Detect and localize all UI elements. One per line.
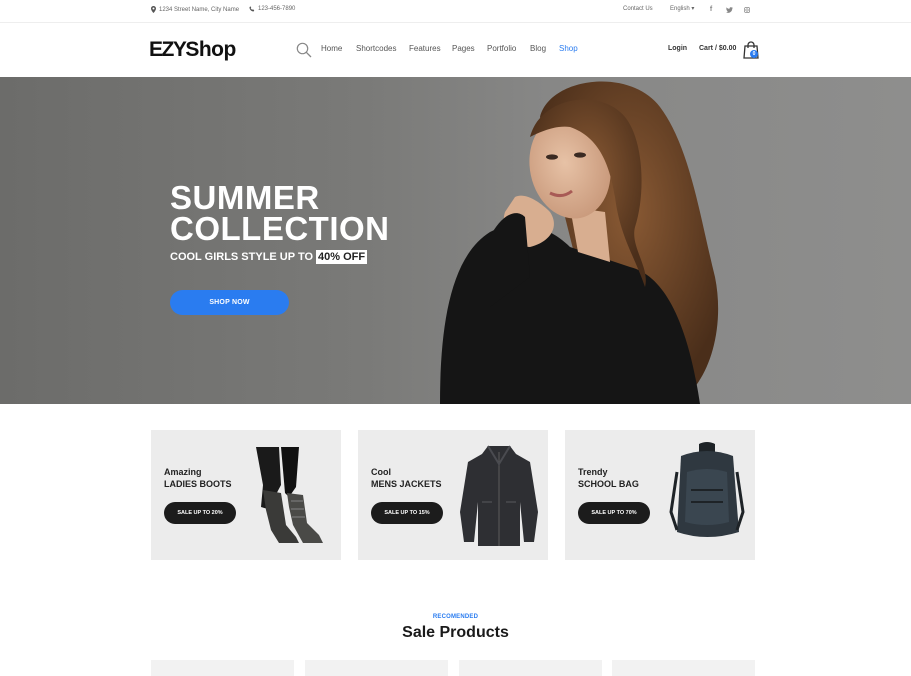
hero-banner: SUMMER COLLECTION COOL GIRLS STYLE UP TO…: [0, 77, 911, 404]
model-image: [440, 81, 719, 404]
sale-button[interactable]: SALE UP TO 20%: [164, 502, 236, 524]
shop-now-button[interactable]: SHOP NOW: [170, 290, 289, 315]
product-card[interactable]: [612, 660, 755, 676]
phone-icon: [249, 6, 255, 12]
boots-icon: [256, 447, 323, 543]
address-info: 1234 Street Name, City Name: [151, 6, 239, 13]
map-pin-icon: [151, 6, 156, 13]
search-icon[interactable]: [296, 42, 312, 58]
sale-button[interactable]: SALE UP TO 15%: [371, 502, 443, 524]
discount-badge: 40% OFF: [316, 250, 368, 264]
address-text: 1234 Street Name, City Name: [159, 6, 240, 13]
category-tagline: Trendy: [578, 467, 608, 477]
category-card-boots[interactable]: Amazing LADIES BOOTS SALE UP TO 20%: [151, 430, 341, 560]
logo-shop: Shop: [185, 38, 236, 61]
category-title: SCHOOL BAG: [578, 479, 639, 489]
phone-text: 123-456-7890: [258, 6, 296, 12]
logo-ezy: EZY: [149, 38, 187, 61]
category-tagline: Amazing: [164, 467, 202, 477]
phone-info: 123-456-7890: [249, 6, 295, 12]
cart-link[interactable]: Cart / $0.00: [699, 45, 736, 52]
category-card-bags[interactable]: Trendy SCHOOL BAG SALE UP TO 70%: [565, 430, 755, 560]
facebook-icon[interactable]: f: [706, 4, 716, 16]
nav-home[interactable]: Home: [321, 44, 356, 54]
category-card-jackets[interactable]: Cool MENS JACKETS SALE UP TO 15%: [358, 430, 548, 560]
site-logo[interactable]: EZYShop: [149, 39, 236, 60]
category-title: LADIES BOOTS: [164, 479, 232, 489]
product-card[interactable]: [151, 660, 294, 676]
hero-subtitle: COOL GIRLS STYLE UP TO 40% OFF: [170, 250, 368, 264]
jacket-icon: [460, 445, 538, 546]
nav-portfolio[interactable]: Portfolio: [487, 44, 530, 54]
hero-title-line1: SUMMER: [170, 179, 320, 216]
language-select[interactable]: English ▾: [670, 6, 694, 12]
top-bar: 1234 Street Name, City Name 123-456-7890…: [0, 0, 911, 23]
instagram-icon[interactable]: [742, 4, 752, 16]
login-link[interactable]: Login: [668, 45, 687, 52]
hero-subtitle-text: COOL GIRLS STYLE UP TO: [170, 251, 314, 263]
nav-shortcodes[interactable]: Shortcodes: [356, 44, 409, 54]
product-card[interactable]: [305, 660, 448, 676]
section-label: RECOMENDED: [432, 614, 479, 620]
backpack-icon: [669, 442, 745, 537]
hero-title: SUMMER COLLECTION: [170, 179, 430, 247]
contact-us-link[interactable]: Contact Us: [623, 6, 653, 12]
section-title: Sale Products: [402, 624, 509, 641]
product-card[interactable]: [459, 660, 602, 676]
main-header: EZYShop Home Shortcodes Features Pages P…: [0, 23, 911, 77]
category-tagline: Cool: [371, 467, 391, 477]
nav-features[interactable]: Features: [409, 44, 452, 54]
main-nav: Home Shortcodes Features Pages Portfolio…: [321, 44, 578, 54]
nav-shop[interactable]: Shop: [559, 44, 578, 54]
nav-pages[interactable]: Pages: [452, 44, 487, 54]
sale-button[interactable]: SALE UP TO 70%: [578, 502, 650, 524]
nav-blog[interactable]: Blog: [530, 44, 559, 54]
category-title: MENS JACKETS: [371, 479, 442, 489]
twitter-icon[interactable]: [724, 4, 734, 16]
cart-count-badge: 0: [750, 50, 758, 58]
hero-title-line2: COLLECTION: [170, 210, 390, 247]
